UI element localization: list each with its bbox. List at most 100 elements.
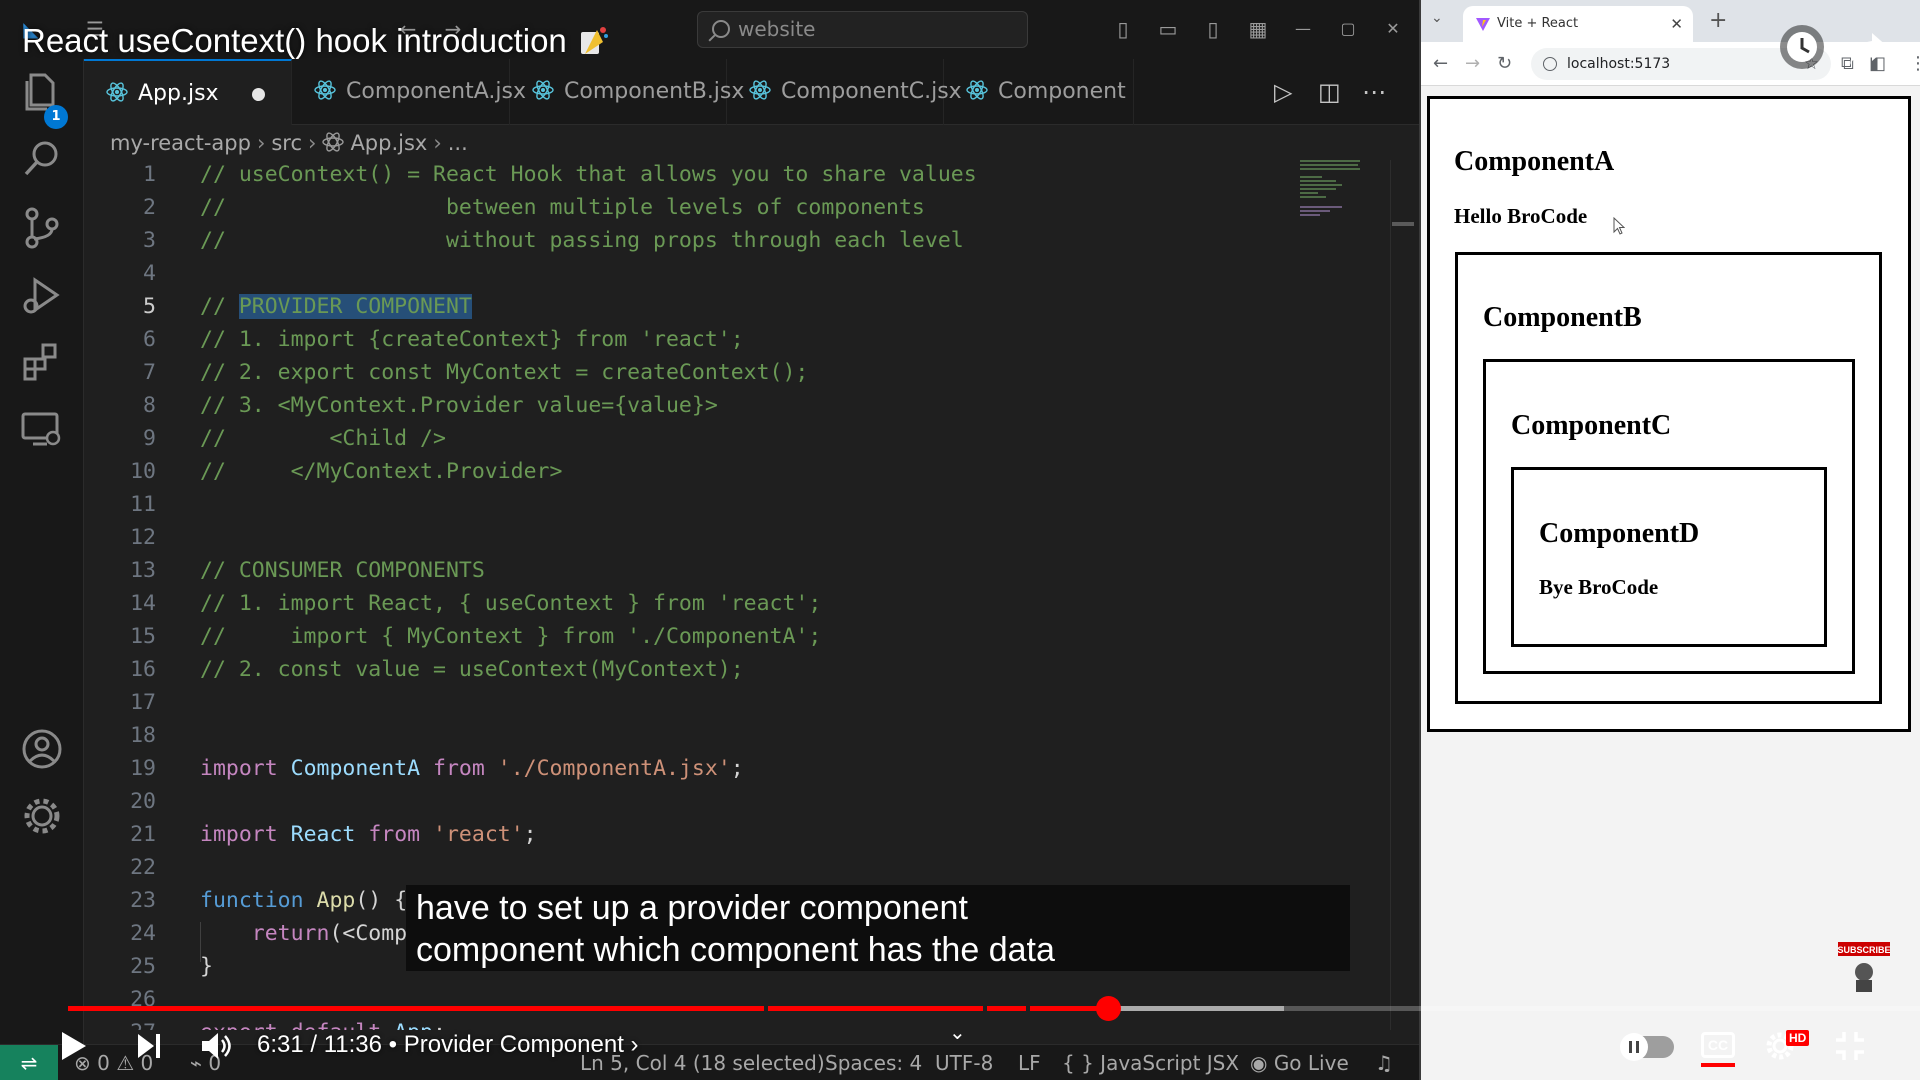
command-center-search[interactable]: website [697, 11, 1028, 48]
code-line[interactable]: 13 // CONSUMER COMPONENTS [84, 554, 1389, 587]
code-line[interactable]: 6 // 1. import {createContext} from 'reac… [84, 323, 1389, 356]
language-mode[interactable]: { } JavaScript JSX [1062, 1045, 1239, 1080]
code-line[interactable]: 22 [84, 851, 1389, 884]
chevron-right-icon: › [256, 131, 266, 155]
settings-gear-icon[interactable] [17, 791, 67, 841]
code-token: from [368, 822, 421, 847]
exit-fullscreen-icon[interactable] [1832, 1028, 1868, 1064]
toggle-panel-icon[interactable]: ▭ [1155, 17, 1181, 41]
tab-componenta-jsx[interactable]: ComponentA.jsx [292, 59, 526, 125]
code-line[interactable]: 2 // between multiple levels of component… [84, 191, 1389, 224]
extensions-icon[interactable] [17, 337, 67, 387]
watch-later-button[interactable] [1780, 25, 1824, 69]
notifications-bell-icon[interactable]: ♫ [1375, 1045, 1393, 1080]
scrollbar-thumb[interactable] [1392, 222, 1414, 226]
subscribe-watermark-icon[interactable]: SUBSCRIBE [1838, 942, 1890, 994]
tab-componentb-jsx[interactable]: ComponentB.jsx [510, 59, 744, 125]
subtitles-button[interactable]: CC [1701, 1032, 1735, 1058]
remote-indicator-icon[interactable]: ⇌ [0, 1045, 58, 1080]
site-info-icon[interactable] [1543, 57, 1557, 71]
breadcrumb-folder[interactable]: my-react-app [110, 131, 251, 155]
more-actions-icon[interactable]: ⋯ [1362, 79, 1386, 105]
browser-back-icon[interactable]: ← [1433, 52, 1448, 76]
code-line[interactable]: 11 [84, 488, 1389, 521]
share-arrow-icon[interactable] [1846, 25, 1892, 71]
vite-logo-icon [1476, 18, 1490, 31]
chevron-down-icon[interactable]: ⌄ [949, 1020, 966, 1044]
search-placeholder: website [738, 17, 816, 41]
code-token: // 2. export const MyContext = createCon… [200, 360, 809, 385]
encoding[interactable]: UTF-8 [935, 1045, 993, 1080]
source-control-icon[interactable] [17, 203, 67, 253]
browser-tab[interactable]: Vite + React ✕ [1463, 6, 1693, 42]
code-token: // [200, 294, 239, 319]
account-icon[interactable] [17, 724, 67, 774]
code-line[interactable]: 15 // import { MyContext } from './Compon… [84, 620, 1389, 653]
breadcrumb-folder[interactable]: src [271, 131, 302, 155]
indentation[interactable]: Spaces: 4 [825, 1045, 922, 1080]
tab-componentd-jsx[interactable]: Component [944, 59, 1134, 125]
code-token: // useContext() = React Hook that allows… [200, 162, 977, 187]
code-token: // <Child /> [200, 426, 446, 451]
toggle-secondary-sidebar-icon[interactable]: ▯ [1200, 17, 1226, 41]
code-token: } [200, 954, 213, 979]
remote-explorer-icon[interactable] [17, 404, 67, 454]
go-live-button[interactable]: ◉ Go Live [1250, 1045, 1349, 1080]
line-number: 19 [130, 756, 156, 781]
volume-icon[interactable] [198, 1028, 234, 1064]
code-line[interactable]: 8 // 3. <MyContext.Provider value={value}… [84, 389, 1389, 422]
run-debug-icon[interactable] [17, 270, 67, 320]
subtitles-active-indicator [1701, 1063, 1735, 1067]
tab-close-icon[interactable]: ✕ [1670, 6, 1683, 42]
browser-forward-icon[interactable]: → [1465, 52, 1480, 76]
minimap[interactable] [1300, 158, 1366, 218]
code-token: () { [355, 888, 408, 913]
react-file-icon [532, 80, 554, 100]
code-line[interactable]: 14 // 1. import React, { useContext } fro… [84, 587, 1389, 620]
tab-search-chevron-icon[interactable]: ⌄ [1431, 10, 1443, 26]
close-icon[interactable]: ✕ [1380, 17, 1406, 41]
code-line[interactable]: 12 [84, 521, 1389, 554]
code-line[interactable]: 17 [84, 686, 1389, 719]
next-video-icon[interactable] [134, 1028, 164, 1064]
browser-menu-icon[interactable]: ⋮ [1909, 52, 1920, 76]
tab-componentc-jsx[interactable]: ComponentC.jsx [727, 59, 962, 125]
code-line[interactable]: 5 // PROVIDER COMPONENT [84, 290, 1389, 323]
tab-app-jsx[interactable]: App.jsx [84, 59, 292, 125]
video-title[interactable]: React useContext() hook introduction [22, 22, 609, 60]
split-editor-icon[interactable]: ◫ [1318, 79, 1341, 105]
code-line[interactable]: 16 // 2. const value = useContext(MyConte… [84, 653, 1389, 686]
editor-scrollbar[interactable] [1390, 160, 1414, 1030]
unsaved-dot-icon[interactable] [252, 88, 265, 101]
code-line[interactable]: 1 // useContext() = React Hook that allow… [84, 160, 1389, 191]
search-sidebar-icon[interactable] [17, 134, 67, 184]
play-icon[interactable] [58, 1028, 88, 1064]
code-line[interactable]: 21 import React from 'react'; [84, 818, 1389, 851]
code-line[interactable]: 4 [84, 257, 1389, 290]
toggle-primary-sidebar-icon[interactable]: ▯ [1110, 17, 1136, 41]
breadcrumb-file[interactable]: App.jsx [350, 131, 427, 155]
minimize-icon[interactable]: — [1290, 17, 1316, 41]
code-line[interactable]: 10 // </MyContext.Provider> [84, 455, 1389, 488]
code-token: ComponentA [290, 756, 421, 781]
reload-icon[interactable]: ↻ [1497, 52, 1512, 76]
run-code-icon[interactable]: ▷ [1274, 79, 1292, 105]
autoplay-pause-icon[interactable] [1620, 1033, 1648, 1061]
line-ending[interactable]: LF [1018, 1045, 1041, 1080]
progress-scrubber[interactable] [1096, 996, 1121, 1021]
code-token: // 1. import React, { useContext } from … [200, 591, 822, 616]
code-line[interactable]: 3 // without passing props through each l… [84, 224, 1389, 257]
customize-layout-icon[interactable]: ▦ [1245, 17, 1271, 41]
code-line[interactable]: 19 import ComponentA from './ComponentA.j… [84, 752, 1389, 785]
code-line[interactable]: 18 [84, 719, 1389, 752]
code-line[interactable]: 9 // <Child /> [84, 422, 1389, 455]
maximize-icon[interactable]: ▢ [1335, 17, 1361, 41]
new-tab-icon[interactable]: + [1709, 8, 1727, 34]
activity-bar: 1 [0, 59, 84, 1044]
time-chapter-display[interactable]: 6:31 / 11:36 • Provider Component › [257, 1027, 639, 1063]
code-line[interactable]: 7 // 2. export const MyContext = createCo… [84, 356, 1389, 389]
code-line[interactable]: 26 [84, 983, 1389, 1016]
breadcrumb-symbol[interactable]: ... [448, 131, 468, 155]
code-line[interactable]: 20 [84, 785, 1389, 818]
